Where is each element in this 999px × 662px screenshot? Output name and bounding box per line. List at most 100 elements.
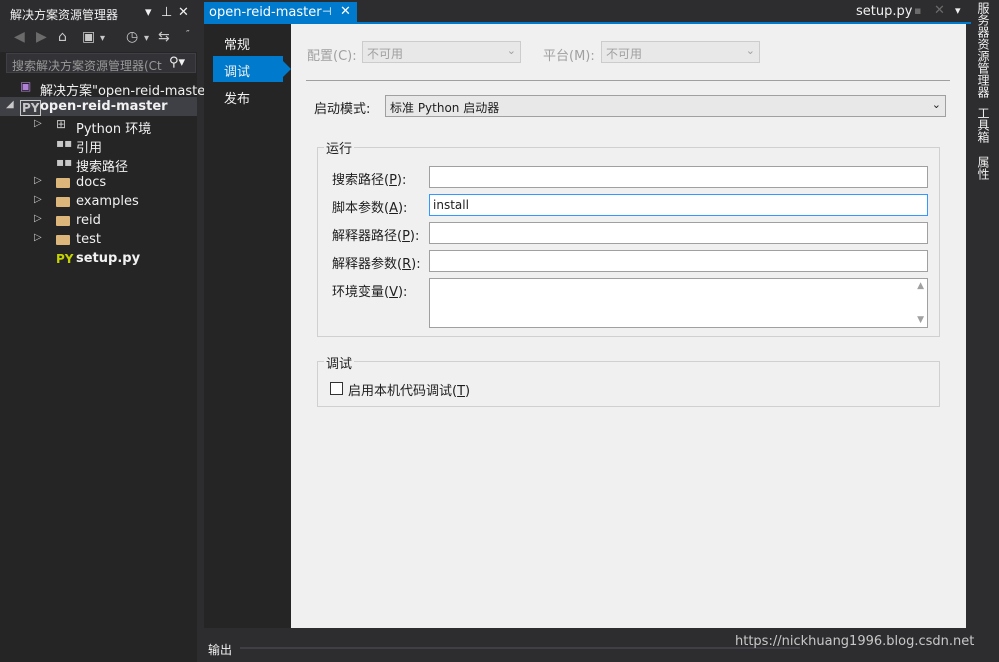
- config-value: 不可用: [367, 47, 404, 61]
- preview-pin-icon[interactable]: ▪: [914, 4, 921, 17]
- search-icon[interactable]: ⚲▾: [169, 55, 185, 70]
- field-input[interactable]: install: [429, 194, 928, 216]
- nav-item-label: 常规: [224, 38, 251, 53]
- python-env-icon: ⊞: [56, 117, 67, 131]
- platform-label: 平台(M):: [543, 49, 595, 64]
- field-input[interactable]: [429, 250, 928, 272]
- chevron-down-icon[interactable]: ▾: [144, 33, 149, 44]
- watermark: https://nickhuang1996.blog.csdn.net: [735, 634, 975, 649]
- tree-item-label: docs: [76, 175, 107, 190]
- overflow-icon[interactable]: ″: [186, 29, 190, 40]
- back-icon[interactable]: ◀: [14, 29, 25, 45]
- switch-views-icon[interactable]: ▣: [82, 29, 95, 45]
- solution-explorer-toolbar: ◀ ▶ ⌂ ▣ ▾ ◷ ▾ ⇆ ″: [0, 26, 197, 52]
- tree-item-label: examples: [76, 194, 139, 209]
- home-icon[interactable]: ⌂: [58, 29, 67, 45]
- tab-open-reid-master[interactable]: open-reid-master ⊣ ✕: [204, 2, 357, 24]
- launch-mode-dropdown[interactable]: 标准 Python 启动器 ⌄: [385, 95, 946, 117]
- property-nav: 常规 调试 发布: [204, 24, 291, 628]
- folder-icon: [56, 197, 70, 207]
- tree-item-label: test: [76, 232, 101, 247]
- tree-item[interactable]: PY setup.py: [0, 249, 197, 268]
- tree-item[interactable]: ▷ examples: [0, 192, 197, 211]
- debug-group-title: 调试: [324, 353, 355, 372]
- search-placeholder: 搜索解决方案资源管理器(Ct: [12, 59, 162, 73]
- server-explorer-tab[interactable]: 服务器资源管理器: [975, 2, 992, 98]
- nav-item[interactable]: 调试: [213, 56, 291, 82]
- pin-icon[interactable]: ⊥: [161, 5, 172, 20]
- nav-item[interactable]: 发布: [213, 83, 283, 109]
- separator: [306, 80, 950, 81]
- tree-item[interactable]: ▷ docs: [0, 173, 197, 192]
- debug-property-page: 配置(C): 不可用 ⌄ 平台(M): 不可用 ⌄ 启动模式: 标准 Pytho…: [291, 24, 966, 628]
- field-input[interactable]: ▲ ▼: [429, 278, 928, 328]
- scroll-down-icon[interactable]: ▼: [917, 315, 924, 325]
- field-input[interactable]: [429, 222, 928, 244]
- tree-item-label: setup.py: [76, 251, 141, 266]
- field-input[interactable]: [429, 166, 928, 188]
- dropdown-icon[interactable]: ▾: [145, 5, 152, 20]
- toolbox-tab[interactable]: 工具箱: [975, 107, 992, 143]
- chevron-down-icon: ⌄: [745, 44, 755, 57]
- nav-item[interactable]: 常规: [213, 29, 283, 55]
- field-label: 环境变量(V):: [332, 285, 408, 300]
- tree-item[interactable]: ▷ ⊞ Python 环境: [0, 116, 197, 137]
- collapsed-arrow-icon[interactable]: ▷: [34, 213, 42, 224]
- folder-icon: [56, 235, 70, 245]
- solution-explorer-panel: 解决方案资源管理器 ▾ ⊥ ✕ ◀ ▶ ⌂ ▣ ▾ ◷ ▾ ⇆ ″ 搜索解决方案…: [0, 0, 211, 662]
- solution-explorer-title: 解决方案资源管理器: [10, 8, 119, 22]
- tree-item[interactable]: ◢ PY open-reid-master: [0, 97, 197, 116]
- launch-mode-value: 标准 Python 启动器: [390, 101, 500, 115]
- tree-item[interactable]: ▪▪ 引用: [0, 135, 197, 156]
- folder-icon: [56, 178, 70, 188]
- chevron-down-icon: ⌄: [931, 98, 941, 111]
- solution-icon: ▣: [20, 79, 32, 93]
- field-label: 搜索路径(P):: [332, 173, 407, 188]
- tree-item[interactable]: ▣ 解决方案"open-reid-master: [0, 78, 211, 99]
- nav-item-label: 调试: [224, 65, 251, 80]
- python-file-icon: PY: [56, 252, 74, 266]
- close-icon[interactable]: ✕: [178, 5, 189, 20]
- config-dropdown[interactable]: 不可用 ⌄: [362, 41, 521, 63]
- tree-item[interactable]: ▪▪ 搜索路径: [0, 154, 197, 175]
- sync-icon[interactable]: ⇆: [158, 29, 170, 45]
- close-tab-icon[interactable]: ✕: [934, 3, 945, 18]
- forward-icon[interactable]: ▶: [36, 29, 47, 45]
- folder-icon: [56, 216, 70, 226]
- output-label: 输出: [208, 643, 233, 657]
- platform-value: 不可用: [606, 47, 643, 61]
- pending-changes-icon[interactable]: ◷: [126, 29, 138, 45]
- python-project-icon: PY: [20, 100, 42, 116]
- field-label: 解释器参数(R):: [332, 257, 421, 272]
- native-debug-label[interactable]: 启用本机代码调试(T): [348, 380, 470, 399]
- tree-item-label: reid: [76, 213, 101, 228]
- scroll-up-icon[interactable]: ▲: [917, 281, 924, 291]
- expanded-arrow-icon[interactable]: ◢: [6, 99, 14, 110]
- collapsed-arrow-icon[interactable]: ▷: [34, 232, 42, 243]
- run-group-title: 运行: [324, 138, 355, 157]
- chevron-down-icon: ⌄: [506, 44, 516, 57]
- field-value: install: [433, 198, 469, 212]
- field-label: 脚本参数(A):: [332, 201, 408, 216]
- solution-explorer-titlebar: 解决方案资源管理器 ▾ ⊥ ✕: [0, 0, 197, 26]
- properties-tab[interactable]: 属性: [975, 156, 992, 180]
- tree-item-label: open-reid-master: [40, 99, 168, 114]
- tab-dropdown-icon[interactable]: ▾: [955, 4, 961, 17]
- tree-item[interactable]: ▷ reid: [0, 211, 197, 230]
- close-tab-icon[interactable]: ✕: [340, 4, 351, 19]
- right-tool-strip: 服务器资源管理器 工具箱 属性: [971, 0, 999, 662]
- native-debug-checkbox[interactable]: [330, 382, 343, 395]
- platform-dropdown[interactable]: 不可用 ⌄: [601, 41, 760, 63]
- nav-item-label: 发布: [224, 92, 251, 107]
- references-icon: ▪▪: [56, 136, 73, 150]
- tree-item[interactable]: ▷ test: [0, 230, 197, 249]
- pin-icon[interactable]: ⊣: [322, 5, 332, 18]
- field-label: 解释器路径(P):: [332, 229, 420, 244]
- launch-mode-label: 启动模式:: [314, 102, 371, 117]
- chevron-down-icon[interactable]: ▾: [100, 33, 105, 44]
- collapsed-arrow-icon[interactable]: ▷: [34, 118, 42, 129]
- config-label: 配置(C):: [307, 49, 357, 64]
- solution-search-input[interactable]: 搜索解决方案资源管理器(Ct ⚲▾: [6, 53, 196, 73]
- collapsed-arrow-icon[interactable]: ▷: [34, 175, 42, 186]
- collapsed-arrow-icon[interactable]: ▷: [34, 194, 42, 205]
